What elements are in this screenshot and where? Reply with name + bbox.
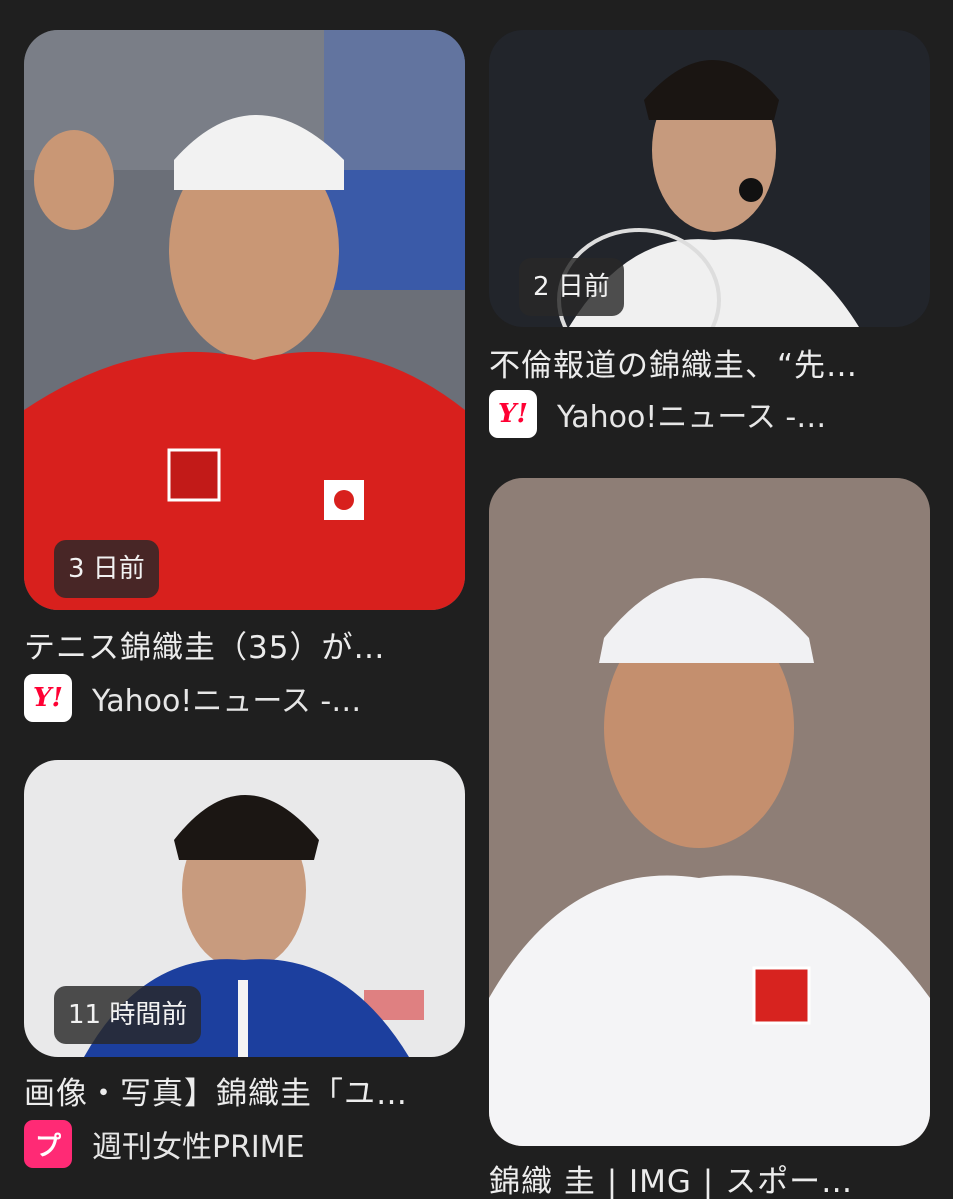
tennis-player-red-shirt-image bbox=[24, 30, 465, 610]
result-title[interactable]: 不倫報道の錦織圭、“先… bbox=[489, 340, 930, 385]
time-badge: 3 日前 bbox=[54, 540, 159, 598]
source-label: Yahoo!ニュース -… bbox=[92, 684, 362, 719]
result-source[interactable]: Y! Yahoo!ニュース -… bbox=[24, 674, 361, 722]
result-title[interactable]: テニス錦織圭（35）が… bbox=[24, 622, 465, 667]
yahoo-news-icon: Y! bbox=[489, 390, 537, 438]
yahoo-news-icon: Y! bbox=[24, 674, 72, 722]
result-thumbnail[interactable]: 3 日前 bbox=[24, 30, 465, 610]
shukan-josei-prime-icon: プ bbox=[24, 1120, 72, 1168]
result-title[interactable]: 画像・写真】錦織圭「ユ… bbox=[24, 1068, 465, 1113]
time-badge: 2 日前 bbox=[519, 258, 624, 316]
image-results-grid: 3 日前 テニス錦織圭（35）が… Y! Yahoo!ニュース -… 2 日前 … bbox=[0, 0, 953, 1199]
tennis-player-white-shirt-image bbox=[489, 478, 930, 1146]
result-thumbnail[interactable]: 2 日前 bbox=[489, 30, 930, 327]
result-source[interactable]: Y! Yahoo!ニュース -… bbox=[489, 390, 826, 438]
result-title[interactable]: 錦織 圭 | IMG | スポー… bbox=[489, 1156, 930, 1199]
source-label: 週刊女性PRIME bbox=[92, 1130, 305, 1165]
result-source[interactable]: プ 週刊女性PRIME bbox=[24, 1120, 305, 1168]
source-label: Yahoo!ニュース -… bbox=[557, 400, 827, 435]
result-thumbnail[interactable] bbox=[489, 478, 930, 1146]
time-badge: 11 時間前 bbox=[54, 986, 202, 1044]
result-thumbnail[interactable]: 11 時間前 bbox=[24, 760, 465, 1057]
